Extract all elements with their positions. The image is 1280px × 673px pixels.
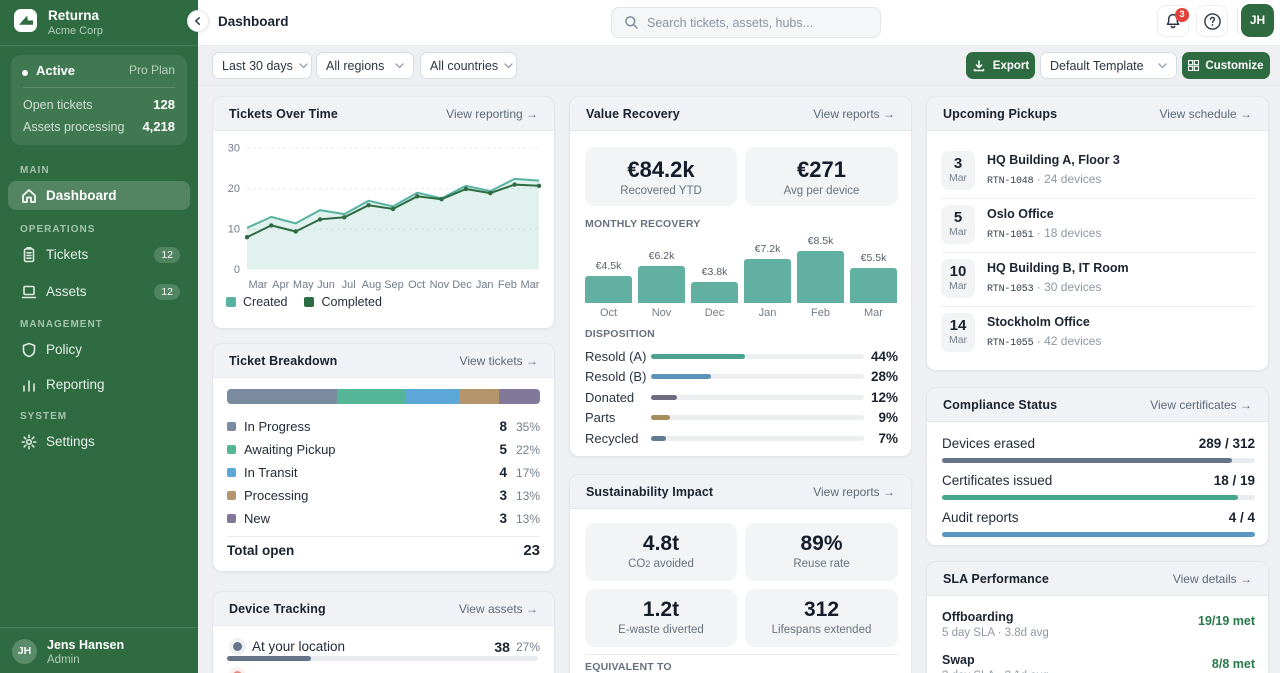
svg-text:May: May: [293, 279, 314, 291]
svg-text:10: 10: [228, 224, 240, 236]
svg-text:Apr: Apr: [272, 279, 289, 291]
svg-text:Jan: Jan: [476, 279, 494, 291]
svg-text:Mar: Mar: [521, 279, 540, 291]
svg-text:Mar: Mar: [249, 279, 268, 291]
svg-text:30: 30: [228, 143, 240, 155]
svg-text:Sep: Sep: [384, 279, 404, 291]
svg-text:Oct: Oct: [408, 279, 425, 291]
svg-text:Jun: Jun: [317, 279, 335, 291]
svg-text:0: 0: [234, 264, 240, 276]
svg-text:Dec: Dec: [452, 279, 472, 291]
svg-text:Aug: Aug: [362, 279, 382, 291]
svg-text:Nov: Nov: [430, 279, 450, 291]
svg-text:Jul: Jul: [342, 279, 356, 291]
svg-text:20: 20: [228, 183, 240, 195]
svg-text:Feb: Feb: [498, 279, 517, 291]
